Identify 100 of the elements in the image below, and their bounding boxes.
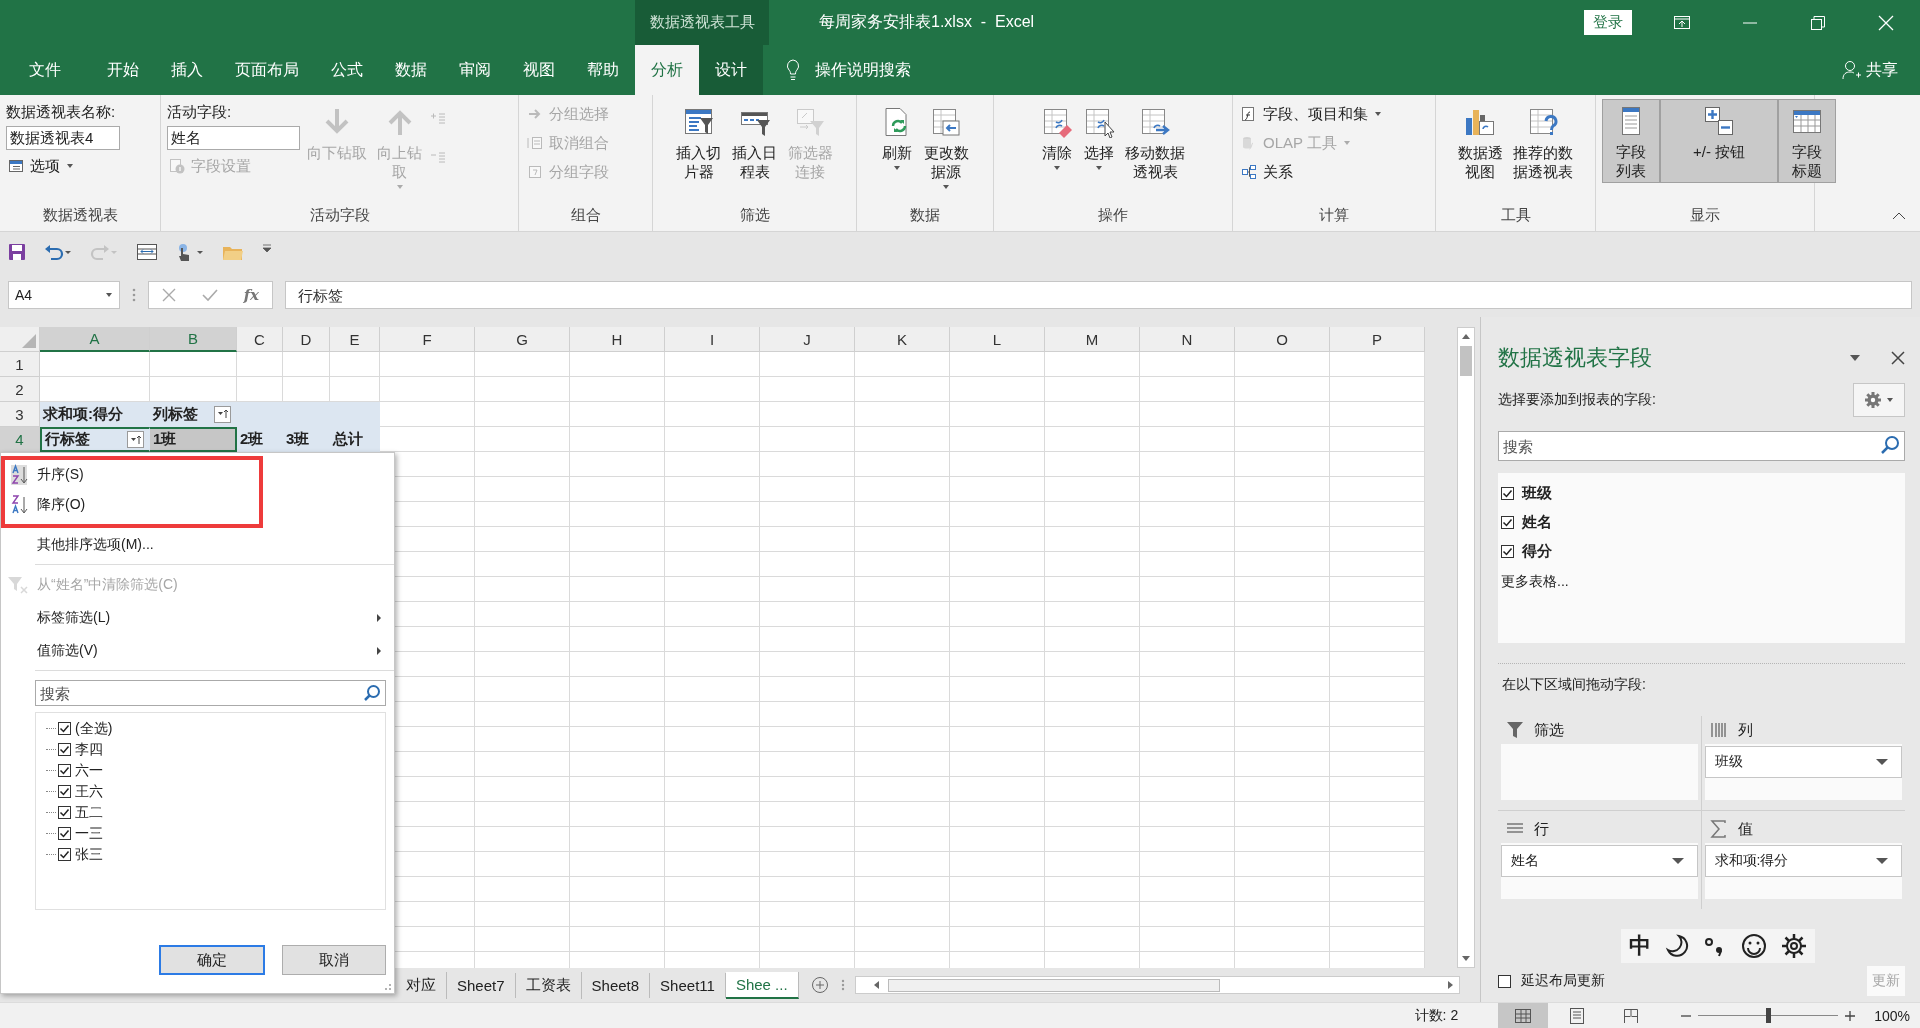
- ribbon-tab[interactable]: 页面布局: [219, 45, 315, 95]
- ribbon-button[interactable]: 字段、项目和集: [1239, 101, 1384, 127]
- dialog-button[interactable]: 确定: [159, 945, 265, 975]
- ribbon-button[interactable]: 刷新: [878, 101, 917, 180]
- column-header[interactable]: P: [1330, 327, 1425, 352]
- column-header[interactable]: J: [760, 327, 855, 352]
- checkbox[interactable]: [58, 764, 71, 777]
- slider-thumb[interactable]: [1766, 1008, 1772, 1023]
- ribbon-button[interactable]: 插入切片器: [672, 101, 725, 185]
- checkbox[interactable]: [1501, 545, 1514, 558]
- ribbon-tab[interactable]: 帮助: [571, 45, 635, 95]
- column-header[interactable]: A: [40, 327, 150, 352]
- name-box[interactable]: A4: [8, 280, 120, 309]
- checkbox[interactable]: [58, 722, 71, 735]
- ribbon-tab[interactable]: 插入: [155, 45, 219, 95]
- checkbox[interactable]: [58, 848, 71, 861]
- ribbon-tab[interactable]: 数据: [379, 45, 443, 95]
- undo-icon[interactable]: [44, 243, 72, 261]
- maximize-icon[interactable]: [1809, 13, 1827, 32]
- checkbox[interactable]: [1501, 516, 1514, 529]
- sign-in-button[interactable]: 登录: [1584, 10, 1632, 35]
- column-width-icon[interactable]: [136, 243, 158, 261]
- column-header[interactable]: K: [855, 327, 950, 352]
- add-sheet-icon[interactable]: [810, 976, 829, 994]
- search-field[interactable]: 搜索: [35, 680, 386, 706]
- column-header[interactable]: O: [1235, 327, 1330, 352]
- ribbon-tab[interactable]: 分析: [635, 45, 699, 95]
- resize-grip-icon[interactable]: [384, 983, 392, 991]
- sheet-tab[interactable]: Shee ...: [725, 971, 799, 999]
- ribbon-tab[interactable]: 公式: [315, 45, 379, 95]
- toggle-button[interactable]: +/- 按钮: [1660, 99, 1778, 183]
- ribbon-button[interactable]: 更改数据源: [920, 101, 972, 199]
- touch-icon[interactable]: [176, 243, 204, 261]
- ribbon-button[interactable]: 清除: [1037, 101, 1076, 180]
- sheet-tab[interactable]: 对应: [396, 971, 447, 999]
- scroll-thumb[interactable]: [887, 978, 1220, 992]
- ribbon-tab[interactable]: 视图: [507, 45, 571, 95]
- search-field[interactable]: 搜索: [1498, 431, 1905, 461]
- menu-item[interactable]: 值筛选(V): [1, 634, 394, 667]
- filter-dropdown-button[interactable]: [214, 405, 231, 423]
- field-dropdown[interactable]: 求和项:得分: [1704, 845, 1902, 877]
- scroll-right-icon[interactable]: [1447, 980, 1455, 990]
- row-header[interactable]: 4: [0, 427, 40, 452]
- more-tables-link[interactable]: 更多表格...: [1501, 573, 1902, 591]
- save-icon[interactable]: [8, 243, 26, 261]
- text-field[interactable]: 数据透视表4: [6, 126, 120, 150]
- column-header[interactable]: N: [1140, 327, 1235, 352]
- close-icon[interactable]: [1891, 351, 1905, 365]
- menu-item[interactable]: 其他排序选项(M)...: [1, 528, 394, 561]
- ribbon-tab[interactable]: 开始: [91, 45, 155, 95]
- row-header[interactable]: 1: [0, 352, 40, 377]
- ribbon-button[interactable]: 插入日程表: [728, 101, 781, 185]
- tell-me-search[interactable]: 操作说明搜索: [785, 45, 911, 95]
- formula-field[interactable]: 行标签: [285, 280, 1912, 309]
- ribbon-tab[interactable]: 审阅: [443, 45, 507, 95]
- ribbon-button[interactable]: 关系: [1239, 159, 1384, 185]
- field-dropdown[interactable]: 姓名: [1501, 845, 1698, 877]
- toggle-button[interactable]: 字段标题: [1778, 99, 1836, 183]
- menu-item[interactable]: 降序(O): [5, 490, 259, 520]
- column-header[interactable]: I: [665, 327, 760, 352]
- view-button[interactable]: [1498, 1003, 1549, 1028]
- column-header[interactable]: H: [570, 327, 665, 352]
- column-header[interactable]: E: [330, 327, 380, 352]
- pane-options-icon[interactable]: [1849, 354, 1861, 362]
- checkbox[interactable]: [1498, 974, 1511, 988]
- field-dropdown[interactable]: 班级: [1704, 746, 1902, 778]
- dialog-button[interactable]: 取消: [282, 945, 386, 975]
- text-field[interactable]: 姓名: [167, 126, 300, 150]
- ribbon-display-icon[interactable]: [1673, 13, 1691, 32]
- horizontal-scrollbar[interactable]: [854, 976, 1460, 994]
- column-header[interactable]: B: [150, 327, 237, 352]
- input-mode-button[interactable]: 中: [1629, 931, 1651, 961]
- checkbox[interactable]: [58, 827, 71, 840]
- menu-item[interactable]: 升序(S): [5, 460, 259, 490]
- settings-icon[interactable]: [1781, 933, 1807, 959]
- column-header[interactable]: D: [283, 327, 330, 352]
- checkbox[interactable]: [58, 743, 71, 756]
- ribbon-button[interactable]: 推荐的数据透视表: [1510, 101, 1577, 185]
- vertical-scrollbar[interactable]: [1457, 327, 1475, 968]
- zoom-in-icon[interactable]: [1844, 1009, 1857, 1022]
- toggle-button[interactable]: 字段列表: [1602, 99, 1660, 183]
- moon-icon[interactable]: [1665, 934, 1689, 958]
- scroll-up-icon[interactable]: [1461, 332, 1471, 340]
- column-header[interactable]: M: [1045, 327, 1140, 352]
- checkbox[interactable]: [1501, 487, 1514, 500]
- sheet-tab[interactable]: Sheet7: [447, 972, 516, 998]
- column-header[interactable]: C: [237, 327, 283, 352]
- smiley-icon[interactable]: [1741, 933, 1767, 959]
- checkbox[interactable]: [58, 785, 71, 798]
- scroll-thumb[interactable]: [1460, 346, 1472, 376]
- share-button[interactable]: 共享: [1842, 45, 1898, 95]
- zoom-level[interactable]: 100%: [1874, 1007, 1910, 1024]
- sheet-tab[interactable]: Sheet8: [581, 972, 651, 998]
- sheet-tab[interactable]: Sheet11: [650, 972, 726, 998]
- scroll-down-icon[interactable]: [1461, 955, 1471, 963]
- checkbox[interactable]: [58, 806, 71, 819]
- ribbon-button[interactable]: 选择: [1079, 101, 1118, 180]
- row-header[interactable]: 2: [0, 377, 40, 402]
- ribbon-button[interactable]: 移动数据透视表: [1121, 101, 1189, 185]
- tools-button[interactable]: [1853, 383, 1905, 417]
